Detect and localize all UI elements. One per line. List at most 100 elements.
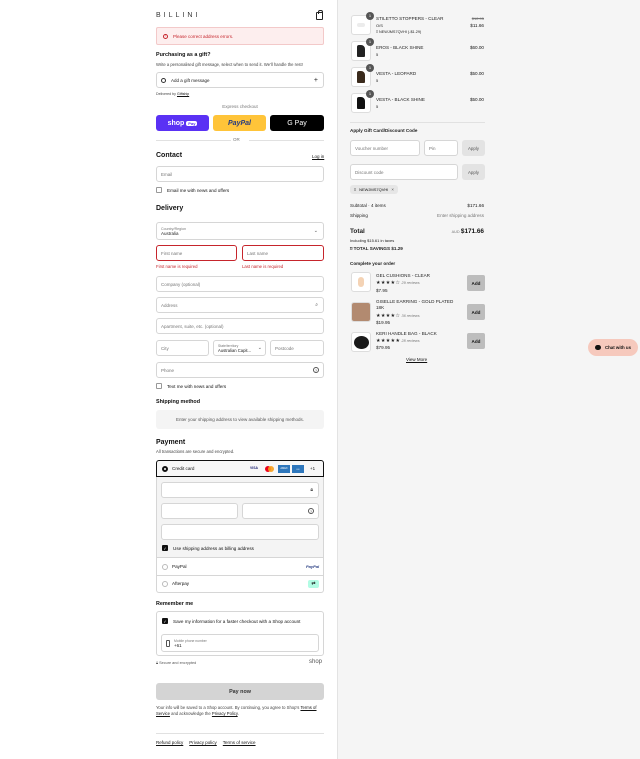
city-field[interactable]: City	[156, 340, 209, 356]
shop-pay-badge: Pay	[186, 120, 198, 126]
cart-item-variant: 5	[376, 52, 379, 57]
upsell-item-price: $7.95	[376, 288, 388, 293]
shop-pay-button[interactable]: shop Pay	[156, 115, 209, 131]
more-cards-badge: +1	[310, 466, 316, 471]
cart-item-name: VESTA - BLACK SHINE	[376, 97, 425, 102]
apply-voucher-button[interactable]: Apply	[462, 140, 485, 156]
boot-image	[357, 45, 365, 57]
view-more-link[interactable]: View More	[406, 357, 427, 362]
afterpay-option[interactable]: Afterpay ⇄	[156, 576, 324, 593]
address-field[interactable]: Address ⌕	[156, 297, 324, 313]
total-savings-value: $1.29	[391, 246, 403, 251]
legal-end: .	[237, 711, 239, 717]
gift-icon	[161, 77, 166, 83]
total-value-group: AUD $171.66	[452, 228, 484, 235]
cart-item-name: STILETTO STOPPERS - CLEAR	[376, 16, 444, 21]
amex-icon: AMEX	[278, 465, 290, 473]
login-link[interactable]: Log in	[312, 154, 324, 159]
help-icon[interactable]: ?	[313, 367, 319, 373]
email-news-row[interactable]: Email me with news and offers	[156, 187, 229, 193]
stopper-image	[357, 23, 365, 27]
search-icon: ⌕	[315, 302, 318, 308]
paypal-radio[interactable]	[162, 564, 168, 570]
mobile-phone-field[interactable]: Mobile phone number +61	[161, 634, 319, 652]
lock-icon: 🔒︎	[310, 487, 313, 493]
discount-code-field[interactable]: Discount code	[350, 164, 458, 180]
afterpay-radio[interactable]	[162, 581, 168, 587]
last-name-field[interactable]: Last name	[242, 245, 324, 261]
email-news-checkbox[interactable]	[156, 187, 162, 193]
remove-discount-icon[interactable]: ×	[391, 187, 394, 192]
paypal-express-button[interactable]: PayPal	[213, 115, 266, 131]
cart-item-price: $11.66	[470, 23, 484, 28]
add-upsell-button[interactable]: Add	[467, 275, 485, 291]
state-select[interactable]: State/territory Australian Capit... ⌄	[213, 340, 266, 356]
pay-now-button[interactable]: Pay now	[156, 683, 324, 700]
postcode-field[interactable]: Postcode	[270, 340, 324, 356]
discount-tag: ⌑ NEWJMS7QVHI ×	[350, 185, 398, 194]
shipping-method-message: Enter your shipping address to view avai…	[156, 410, 324, 429]
company-field[interactable]: Company (optional)	[156, 276, 324, 292]
help-icon[interactable]: ?	[308, 508, 314, 514]
or-divider-left	[156, 140, 231, 141]
add-upsell-button[interactable]: Add	[467, 333, 485, 349]
delivery-heading: Delivery	[156, 205, 184, 212]
legal-text-2: and acknowledge the	[171, 711, 211, 717]
security-code-field[interactable]: ?	[242, 503, 319, 519]
apply-discount-button[interactable]: Apply	[462, 164, 485, 180]
cart-item-price: $60.00	[469, 45, 484, 50]
name-on-card-field[interactable]	[161, 524, 319, 540]
email-news-label: Email me with news and offers	[167, 187, 230, 193]
footer-links: Refund policy Privacy policy Terms of se…	[156, 740, 256, 745]
voucher-number-field[interactable]: Voucher number	[350, 140, 420, 156]
upsell-item-name: KERI HANDLE BAG - BLACK	[376, 331, 437, 336]
error-icon: !	[163, 33, 168, 39]
refund-policy-link[interactable]: Refund policy	[156, 740, 183, 745]
add-upsell-button[interactable]: Add	[467, 304, 485, 320]
or-label: OR	[233, 137, 240, 142]
taxes-note: Including $15.61 in taxes	[350, 238, 395, 243]
card-number-field[interactable]: 🔒︎	[161, 482, 319, 498]
paypal-option[interactable]: PayPal PayPal	[156, 558, 324, 576]
express-checkout-label: Express checkout	[222, 104, 258, 109]
giftship-link[interactable]: Giftship	[177, 92, 189, 96]
credit-card-option[interactable]: Credit card VISA AMEX ••• +1	[156, 460, 324, 477]
google-pay-button[interactable]: G Pay	[270, 115, 324, 131]
phone-field[interactable]: Phone ?	[156, 362, 324, 378]
legal-text: Your info will be saved to a Shop accoun…	[156, 705, 326, 718]
country-select[interactable]: Country/Region Australia ⌄	[156, 222, 324, 240]
afterpay-label: Afterpay	[172, 581, 190, 586]
cart-bag-icon[interactable]	[316, 10, 323, 20]
text-news-row[interactable]: Text me with news and offers	[156, 383, 226, 389]
chat-with-us-button[interactable]: Chat with us	[588, 339, 638, 356]
billing-address-checkbox[interactable]: ✓	[162, 545, 168, 551]
billing-address-row[interactable]: ✓ Use shipping address as billing addres…	[162, 545, 254, 551]
delivered-by-label: Delivered by	[156, 92, 176, 96]
apartment-field[interactable]: Apartment, suite, etc. (optional)	[156, 318, 324, 334]
save-info-label: Save my information for a faster checkou…	[173, 618, 301, 624]
text-news-checkbox[interactable]	[156, 383, 162, 389]
privacy-policy-link[interactable]: Privacy policy	[189, 740, 217, 745]
credit-card-radio[interactable]	[162, 466, 168, 472]
bag-image	[353, 335, 369, 349]
first-name-field[interactable]: First name	[156, 245, 237, 261]
save-info-row[interactable]: ✓ Save my information for a faster check…	[162, 618, 300, 624]
pin-field[interactable]: Pin	[424, 140, 458, 156]
subtotal-label: Subtotal · 4 items	[350, 203, 386, 208]
order-summary: 1 STILETTO STOPPERS - CLEAR O/S ⌑ NEWJMS…	[337, 0, 640, 759]
cart-item-variant: 5	[376, 78, 379, 83]
delivery-title: Delivery	[156, 205, 183, 212]
expiry-field[interactable]	[161, 503, 238, 519]
error-banner-text: Please correct address errors.	[173, 33, 234, 39]
cart-item-discount: ⌑ NEWJMS7QVHI (-$1.29)	[376, 29, 421, 34]
legal-text-1: Your info will be saved to a Shop accoun…	[156, 705, 300, 710]
terms-of-service-link[interactable]: Terms of service	[223, 740, 256, 745]
save-info-checkbox[interactable]: ✓	[162, 618, 168, 624]
add-gift-message-button[interactable]: Add a gift message +	[156, 72, 324, 88]
secure-label: Secure and encrypted	[159, 661, 197, 665]
brand-logo[interactable]: BILLINI	[156, 12, 200, 19]
shop-privacy-link[interactable]: Privacy Policy	[212, 711, 238, 716]
quantity-badge: 1	[366, 90, 374, 98]
email-field[interactable]: Email	[156, 166, 324, 182]
credit-card-label: Credit card	[172, 466, 195, 471]
